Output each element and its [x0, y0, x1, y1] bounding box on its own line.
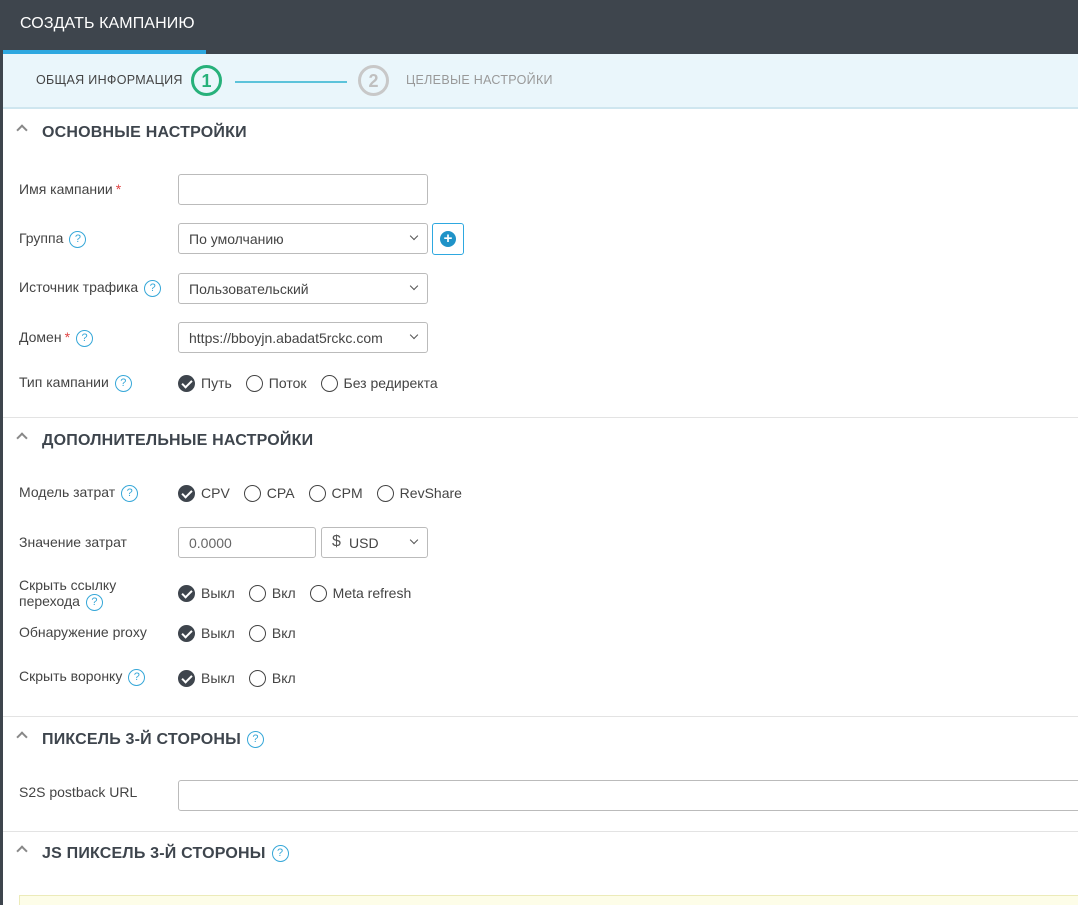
radio-funnel-on[interactable]: Вкл	[248, 669, 296, 687]
radio-cost-cpv[interactable]: CPV	[178, 484, 230, 502]
traffic-source-select[interactable]: Пользовательский	[178, 273, 428, 304]
help-icon[interactable]: ?	[114, 374, 132, 392]
radio-checked-icon	[178, 584, 195, 602]
radio-cost-revshare[interactable]: RevShare	[376, 484, 462, 502]
section-pixel-title: ПИКСЕЛЬ 3-Й СТОРОНЫ?	[42, 731, 265, 749]
currency-select[interactable]: $ USD	[321, 527, 428, 558]
chevron-down-icon	[409, 535, 419, 545]
domain-label: Домен *?	[19, 329, 94, 347]
cost-model-radios: CPV CPA CPM RevShare	[178, 483, 476, 503]
section-basic-title: ОСНОВНЫЕ НАСТРОЙКИ	[42, 124, 247, 141]
proxy-detect-radios: Выкл Вкл	[178, 623, 310, 643]
radio-unchecked-icon	[248, 669, 266, 687]
campaign-type-label: Тип кампании?	[19, 374, 132, 392]
domain-select[interactable]: https://bboyjn.abadat5rckc.com	[178, 322, 428, 353]
cost-value-input[interactable]: 0.0000	[178, 527, 316, 558]
section-extra-title: ДОПОЛНИТЕЛЬНЫЕ НАСТРОЙКИ	[42, 432, 314, 449]
chevron-up-icon	[16, 845, 28, 857]
hide-link-label: Скрыть ссылку перехода?	[19, 577, 117, 611]
js-pixel-notice	[19, 895, 1078, 905]
cost-value-label: Значение затрат	[19, 534, 127, 550]
add-group-button[interactable]: +	[432, 223, 464, 255]
section-js-pixel-header[interactable]: JS ПИКСЕЛЬ 3-Й СТОРОНЫ?	[3, 832, 1078, 876]
required-mark: *	[64, 329, 71, 345]
cost-model-label: Модель затрат?	[19, 484, 139, 502]
campaign-type-radios: Путь Поток Без редиректа	[178, 373, 452, 393]
group-select[interactable]: По умолчанию	[178, 223, 428, 254]
chevron-down-icon	[409, 330, 419, 340]
radio-funnel-off[interactable]: Выкл	[178, 669, 235, 687]
radio-type-no-redirect[interactable]: Без редиректа	[320, 374, 438, 392]
required-mark: *	[115, 181, 122, 197]
section-pixel-header[interactable]: ПИКСЕЛЬ 3-Й СТОРОНЫ?	[3, 718, 1078, 762]
radio-type-flow[interactable]: Поток	[245, 374, 307, 392]
s2s-postback-label: S2S postback URL	[19, 784, 138, 800]
radio-unchecked-icon	[308, 484, 326, 502]
section-basic-header[interactable]: ОСНОВНЫЕ НАСТРОЙКИ	[3, 111, 1078, 155]
step1-label[interactable]: ОБЩАЯ ИНФОРМАЦИЯ	[36, 73, 183, 87]
radio-checked-icon	[178, 669, 195, 687]
s2s-postback-input[interactable]	[178, 780, 1078, 811]
proxy-detect-label: Обнаружение proxy	[19, 624, 147, 640]
chevron-down-icon	[409, 231, 419, 241]
hide-funnel-radios: Выкл Вкл	[178, 668, 310, 688]
radio-proxy-off[interactable]: Выкл	[178, 624, 235, 642]
help-icon[interactable]: ?	[69, 230, 87, 248]
campaign-name-label: Имя кампании *	[19, 181, 122, 197]
step2-circle[interactable]: 2	[358, 65, 389, 96]
help-icon[interactable]: ?	[76, 329, 94, 347]
group-label: Группа?	[19, 230, 87, 248]
chevron-down-icon	[409, 281, 419, 291]
radio-unchecked-icon	[376, 484, 394, 502]
section-js-pixel-title: JS ПИКСЕЛЬ 3-Й СТОРОНЫ?	[42, 845, 289, 863]
radio-type-path[interactable]: Путь	[178, 374, 232, 392]
section-divider	[3, 716, 1078, 717]
help-icon[interactable]: ?	[247, 731, 265, 749]
help-icon[interactable]: ?	[85, 593, 103, 611]
section-extra-header[interactable]: ДОПОЛНИТЕЛЬНЫЕ НАСТРОЙКИ	[3, 419, 1078, 463]
radio-checked-icon	[178, 374, 195, 392]
radio-unchecked-icon	[309, 584, 327, 602]
radio-proxy-on[interactable]: Вкл	[248, 624, 296, 642]
radio-unchecked-icon	[245, 374, 263, 392]
hide-link-radios: Выкл Вкл Meta refresh	[178, 583, 425, 603]
plus-circle-icon: +	[440, 231, 456, 247]
radio-cost-cpa[interactable]: CPA	[243, 484, 295, 502]
radio-unchecked-icon	[248, 624, 266, 642]
help-icon[interactable]: ?	[144, 279, 162, 297]
step1-circle[interactable]: 1	[191, 65, 222, 96]
radio-checked-icon	[178, 624, 195, 642]
section-divider	[3, 417, 1078, 418]
radio-hide-link-off[interactable]: Выкл	[178, 584, 235, 602]
tab-create-campaign[interactable]: СОЗДАТЬ КАМПАНИЮ	[3, 0, 206, 54]
wizard-steps: ОБЩАЯ ИНФОРМАЦИЯ 1 2 ЦЕЛЕВЫЕ НАСТРОЙКИ	[3, 54, 1078, 109]
step2-label[interactable]: ЦЕЛЕВЫЕ НАСТРОЙКИ	[406, 73, 553, 87]
radio-checked-icon	[178, 484, 195, 502]
window-left-edge	[0, 0, 3, 905]
traffic-source-label: Источник трафика?	[19, 279, 162, 297]
help-icon[interactable]: ?	[121, 484, 139, 502]
hide-funnel-label: Скрыть воронку?	[19, 668, 146, 686]
chevron-up-icon	[16, 731, 28, 743]
radio-hide-link-on[interactable]: Вкл	[248, 584, 296, 602]
dollar-icon: $	[332, 533, 341, 550]
chevron-up-icon	[16, 124, 28, 136]
radio-unchecked-icon	[248, 584, 266, 602]
step-connector	[235, 81, 347, 83]
tab-title: СОЗДАТЬ КАМПАНИЮ	[20, 15, 195, 32]
radio-unchecked-icon	[320, 374, 338, 392]
chevron-up-icon	[16, 432, 28, 444]
help-icon[interactable]: ?	[128, 668, 146, 686]
radio-cost-cpm[interactable]: CPM	[308, 484, 363, 502]
radio-hide-link-meta[interactable]: Meta refresh	[309, 584, 411, 602]
campaign-name-input[interactable]	[178, 174, 428, 205]
radio-unchecked-icon	[243, 484, 261, 502]
header-bar: СОЗДАТЬ КАМПАНИЮ	[0, 0, 1078, 54]
help-icon[interactable]: ?	[271, 845, 289, 863]
